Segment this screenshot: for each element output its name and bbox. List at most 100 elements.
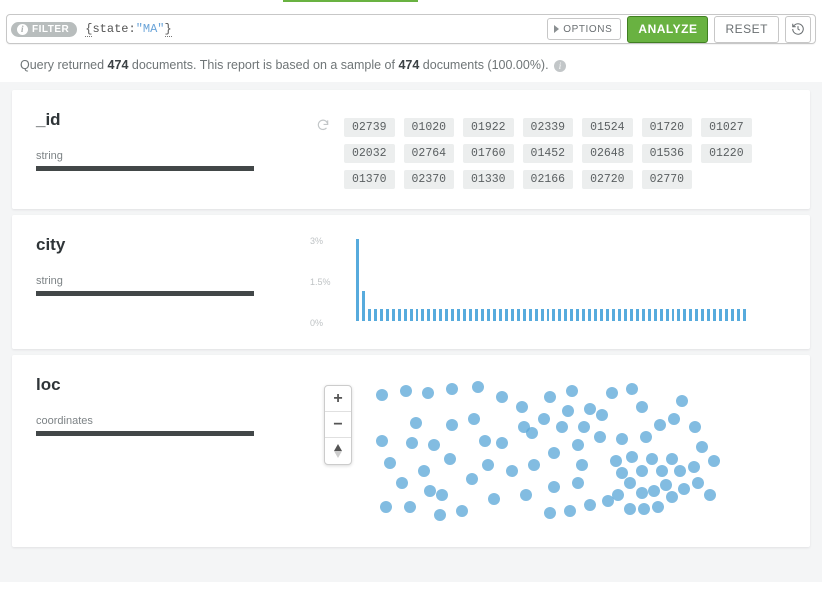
chart-bar[interactable] bbox=[541, 309, 544, 321]
value-chip[interactable]: 02370 bbox=[404, 170, 455, 189]
map-point[interactable] bbox=[418, 465, 430, 477]
chart-bar[interactable] bbox=[511, 309, 514, 321]
map-point[interactable] bbox=[506, 465, 518, 477]
map-point[interactable] bbox=[562, 405, 574, 417]
map-point[interactable] bbox=[404, 501, 416, 513]
map-point[interactable] bbox=[584, 499, 596, 511]
map-point[interactable] bbox=[654, 419, 666, 431]
value-chip[interactable]: 01330 bbox=[463, 170, 514, 189]
chart-bar[interactable] bbox=[451, 309, 454, 321]
chart-bar[interactable] bbox=[469, 309, 472, 321]
map-point[interactable] bbox=[606, 387, 618, 399]
chart-bar[interactable] bbox=[475, 309, 478, 321]
filter-chip[interactable]: i FILTER bbox=[11, 22, 77, 37]
map-view[interactable]: + − bbox=[316, 377, 746, 527]
chart-bar[interactable] bbox=[642, 309, 645, 321]
map-point[interactable] bbox=[626, 451, 638, 463]
value-chip[interactable]: 01922 bbox=[463, 118, 514, 137]
chart-bar[interactable] bbox=[558, 309, 561, 321]
chart-bar[interactable] bbox=[517, 309, 520, 321]
chart-bar[interactable] bbox=[672, 309, 675, 321]
map-point[interactable] bbox=[518, 421, 530, 433]
map-point[interactable] bbox=[544, 391, 556, 403]
value-chip[interactable]: 02648 bbox=[582, 144, 633, 163]
map-point[interactable] bbox=[428, 439, 440, 451]
map-point[interactable] bbox=[472, 381, 484, 393]
chart-bar[interactable] bbox=[362, 291, 365, 321]
map-point[interactable] bbox=[594, 431, 606, 443]
map-point[interactable] bbox=[572, 477, 584, 489]
map-point[interactable] bbox=[496, 437, 508, 449]
chart-bar[interactable] bbox=[624, 309, 627, 321]
map-point[interactable] bbox=[520, 489, 532, 501]
map-point[interactable] bbox=[434, 509, 446, 521]
map-point[interactable] bbox=[446, 383, 458, 395]
chart-bar[interactable] bbox=[713, 309, 716, 321]
chart-bar[interactable] bbox=[398, 309, 401, 321]
map-point[interactable] bbox=[578, 421, 590, 433]
map-point[interactable] bbox=[564, 505, 576, 517]
map-point[interactable] bbox=[544, 507, 556, 519]
map-point[interactable] bbox=[646, 453, 658, 465]
map-point[interactable] bbox=[488, 493, 500, 505]
chart-bar[interactable] bbox=[701, 309, 704, 321]
zoom-out-button[interactable]: − bbox=[325, 412, 351, 438]
value-chip[interactable]: 01027 bbox=[701, 118, 752, 137]
chart-bar[interactable] bbox=[481, 309, 484, 321]
chart-bar[interactable] bbox=[737, 309, 740, 321]
map-point[interactable] bbox=[678, 483, 690, 495]
chart-bar[interactable] bbox=[499, 309, 502, 321]
chart-bar[interactable] bbox=[463, 309, 466, 321]
chart-bar[interactable] bbox=[612, 309, 615, 321]
chart-bar[interactable] bbox=[380, 309, 383, 321]
chart-bar[interactable] bbox=[368, 309, 371, 321]
map-point[interactable] bbox=[424, 485, 436, 497]
chart-bar[interactable] bbox=[356, 239, 359, 321]
chart-bar[interactable] bbox=[660, 309, 663, 321]
map-point[interactable] bbox=[576, 459, 588, 471]
map-point[interactable] bbox=[538, 413, 550, 425]
chart-bar[interactable] bbox=[374, 309, 377, 321]
map-point[interactable] bbox=[446, 419, 458, 431]
chart-bar[interactable] bbox=[386, 309, 389, 321]
map-point[interactable] bbox=[648, 485, 660, 497]
chart-bar[interactable] bbox=[588, 309, 591, 321]
chart-bar[interactable] bbox=[433, 309, 436, 321]
chart-bar[interactable] bbox=[743, 309, 746, 321]
history-button[interactable] bbox=[785, 16, 811, 43]
map-point[interactable] bbox=[692, 477, 704, 489]
map-point[interactable] bbox=[704, 489, 716, 501]
refresh-icon[interactable] bbox=[316, 118, 330, 132]
map-point[interactable] bbox=[688, 461, 700, 473]
value-chip[interactable]: 01760 bbox=[463, 144, 514, 163]
map-point[interactable] bbox=[380, 501, 392, 513]
chart-bar[interactable] bbox=[439, 309, 442, 321]
map-point[interactable] bbox=[466, 473, 478, 485]
chart-bar[interactable] bbox=[529, 309, 532, 321]
map-point[interactable] bbox=[516, 401, 528, 413]
map-point[interactable] bbox=[556, 421, 568, 433]
value-chip[interactable]: 01220 bbox=[701, 144, 752, 163]
map-point[interactable] bbox=[396, 477, 408, 489]
analyze-button[interactable]: ANALYZE bbox=[627, 16, 708, 43]
map-point[interactable] bbox=[626, 383, 638, 395]
chart-bar[interactable] bbox=[523, 309, 526, 321]
map-point[interactable] bbox=[528, 459, 540, 471]
map-point[interactable] bbox=[696, 441, 708, 453]
chart-bar[interactable] bbox=[636, 309, 639, 321]
map-point[interactable] bbox=[624, 503, 636, 515]
map-point[interactable] bbox=[636, 465, 648, 477]
chart-bar[interactable] bbox=[535, 309, 538, 321]
chart-bar[interactable] bbox=[618, 309, 621, 321]
value-chip[interactable]: 01020 bbox=[404, 118, 455, 137]
chart-bar[interactable] bbox=[683, 309, 686, 321]
zoom-in-button[interactable]: + bbox=[325, 386, 351, 412]
chart-bar[interactable] bbox=[505, 309, 508, 321]
map-point[interactable] bbox=[610, 455, 622, 467]
map-point[interactable] bbox=[376, 389, 388, 401]
chart-bar[interactable] bbox=[654, 309, 657, 321]
map-point[interactable] bbox=[676, 395, 688, 407]
map-point[interactable] bbox=[444, 453, 456, 465]
chart-bar[interactable] bbox=[457, 309, 460, 321]
value-chip[interactable]: 01720 bbox=[642, 118, 693, 137]
